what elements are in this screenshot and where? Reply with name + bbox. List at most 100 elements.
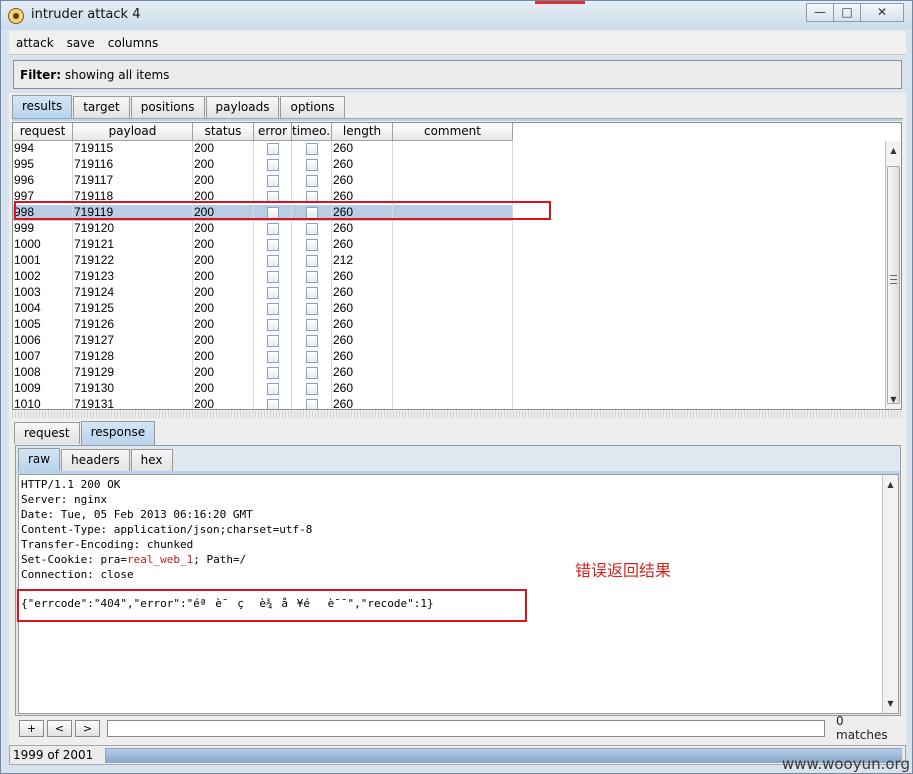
tab-underline — [12, 118, 903, 121]
cell-timeout — [292, 381, 332, 397]
maximize-button[interactable]: □ — [833, 3, 861, 22]
cell-length: 260 — [332, 221, 393, 237]
table-row[interactable]: 994 719115 200 260 — [13, 141, 513, 157]
cell-timeout — [292, 157, 332, 173]
detail-tabs: request response — [14, 421, 156, 445]
window-title: intruder attack 4 — [31, 7, 141, 22]
cell-error — [254, 285, 292, 301]
table-row[interactable]: 1002 719123 200 260 — [13, 269, 513, 285]
tab-target[interactable]: target — [73, 96, 130, 118]
column-timeout[interactable]: timeo... — [292, 123, 332, 141]
cell-length: 260 — [332, 189, 393, 205]
table-row[interactable]: 1006 719127 200 260 — [13, 333, 513, 349]
table-row[interactable]: 1008 719129 200 260 — [13, 365, 513, 381]
cell-length: 260 — [332, 269, 393, 285]
view-tabs: raw headers hex — [18, 448, 174, 472]
table-row[interactable]: 998 719119 200 260 — [13, 205, 513, 221]
checkbox — [306, 271, 318, 283]
cell-payload: 719116 — [73, 157, 193, 173]
table-row[interactable]: 1007 719128 200 260 — [13, 349, 513, 365]
minimize-button[interactable]: — — [806, 3, 834, 22]
next-match-button[interactable]: > — [74, 719, 100, 737]
cell-request: 1007 — [13, 349, 73, 365]
cell-payload: 719130 — [73, 381, 193, 397]
cell-error — [254, 381, 292, 397]
split-divider[interactable] — [12, 411, 902, 418]
table-row[interactable]: 1004 719125 200 260 — [13, 301, 513, 317]
scroll-down-icon[interactable]: ▼ — [887, 393, 900, 406]
table-row[interactable]: 1003 719124 200 260 — [13, 285, 513, 301]
cell-payload: 719131 — [73, 397, 193, 409]
cell-error — [254, 221, 292, 237]
tab-positions[interactable]: positions — [130, 96, 205, 118]
cell-timeout — [292, 237, 332, 253]
cell-comment — [393, 381, 513, 397]
filter-bar[interactable]: Filter: showing all items — [13, 60, 902, 89]
main-panel: results target positions payloads option… — [9, 93, 906, 745]
tab-results[interactable]: results — [12, 95, 73, 119]
response-text[interactable]: HTTP/1.1 200 OK Server: nginx Date: Tue, 0… — [18, 474, 899, 714]
scroll-up-icon[interactable]: ▲ — [887, 144, 900, 157]
checkbox — [267, 383, 279, 395]
intruder-window: intruder attack 4 — □ ✕ attack save colu… — [0, 0, 913, 774]
cell-timeout — [292, 189, 332, 205]
response-line: Date: Tue, 05 Feb 2013 06:16:20 GMT — [21, 508, 253, 521]
menu-save[interactable]: save — [67, 36, 95, 50]
cell-error — [254, 141, 292, 157]
cell-timeout — [292, 333, 332, 349]
tab-headers[interactable]: headers — [61, 449, 130, 471]
tab-raw[interactable]: raw — [18, 448, 61, 472]
table-row[interactable]: 995 719116 200 260 — [13, 157, 513, 173]
cell-timeout — [292, 253, 332, 269]
search-input[interactable] — [106, 719, 826, 737]
cell-request: 1002 — [13, 269, 73, 285]
column-comment[interactable]: comment — [393, 123, 513, 141]
table-row[interactable]: 1005 719126 200 260 — [13, 317, 513, 333]
cell-error — [254, 301, 292, 317]
table-row[interactable]: 999 719120 200 260 — [13, 221, 513, 237]
tab-request[interactable]: request — [14, 422, 80, 444]
tab-hex[interactable]: hex — [130, 449, 173, 471]
cell-status: 200 — [193, 189, 254, 205]
column-request[interactable]: request — [13, 123, 73, 141]
cell-comment — [393, 349, 513, 365]
menu-attack[interactable]: attack — [16, 36, 54, 50]
cell-status: 200 — [193, 141, 254, 157]
checkbox — [306, 207, 318, 219]
table-scrollbar[interactable]: ▲ ▼ — [885, 141, 901, 409]
menu-columns[interactable]: columns — [108, 36, 158, 50]
checkbox — [306, 367, 318, 379]
table-row[interactable]: 997 719118 200 260 — [13, 189, 513, 205]
table-row[interactable]: 1000 719121 200 260 — [13, 237, 513, 253]
table-row[interactable]: 1010 719131 200 260 — [13, 397, 513, 409]
table-row[interactable]: 1009 719130 200 260 — [13, 381, 513, 397]
cell-request: 995 — [13, 157, 73, 173]
scroll-down-icon[interactable]: ▼ — [884, 697, 897, 710]
cell-length: 260 — [332, 285, 393, 301]
cell-comment — [393, 301, 513, 317]
scroll-up-icon[interactable]: ▲ — [884, 478, 897, 491]
column-error[interactable]: error — [254, 123, 292, 141]
scroll-thumb[interactable] — [887, 166, 900, 404]
close-button[interactable]: ✕ — [860, 3, 904, 22]
cell-status: 200 — [193, 333, 254, 349]
tab-response[interactable]: response — [80, 421, 156, 445]
table-header: request payload status error timeo... le… — [13, 123, 513, 141]
column-length[interactable]: length — [332, 123, 393, 141]
cell-request: 1010 — [13, 397, 73, 409]
cell-error — [254, 349, 292, 365]
response-scrollbar[interactable]: ▲ ▼ — [882, 475, 898, 713]
cell-status: 200 — [193, 221, 254, 237]
table-row[interactable]: 1001 719122 200 212 — [13, 253, 513, 269]
tab-options[interactable]: options — [280, 96, 345, 118]
cell-timeout — [292, 285, 332, 301]
title-bar[interactable]: intruder attack 4 — □ ✕ — [1, 1, 912, 29]
column-status[interactable]: status — [193, 123, 254, 141]
prev-match-button[interactable]: < — [46, 719, 72, 737]
column-payload[interactable]: payload — [73, 123, 193, 141]
tab-payloads[interactable]: payloads — [205, 96, 280, 118]
cell-status: 200 — [193, 205, 254, 221]
add-search-button[interactable]: + — [19, 719, 44, 737]
table-row[interactable]: 996 719117 200 260 — [13, 173, 513, 189]
cell-comment — [393, 221, 513, 237]
